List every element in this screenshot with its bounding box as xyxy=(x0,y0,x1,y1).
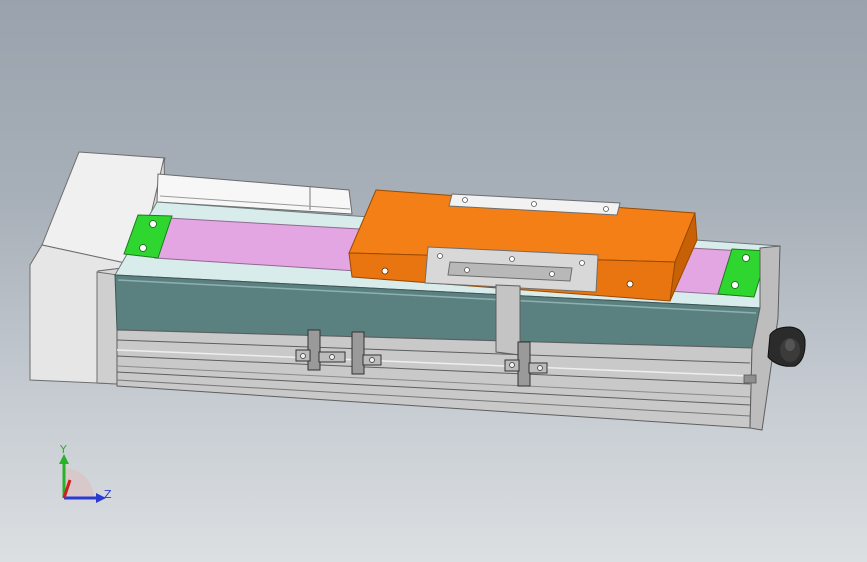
left-end-pad-hole-1 xyxy=(149,220,157,228)
cad-viewport[interactable]: Y Z xyxy=(0,0,867,562)
right-end-pad-hole-1 xyxy=(742,254,750,262)
carriage-hanger xyxy=(495,284,521,356)
carriage-hole-2 xyxy=(626,280,634,288)
clamp-hole-2 xyxy=(509,256,515,262)
motor-flange-side xyxy=(96,271,119,385)
carriage-hole-1 xyxy=(381,267,389,275)
top-plate-hole-3 xyxy=(603,206,609,212)
clamp-hole-3 xyxy=(579,260,585,266)
left-end-pad-hole-2 xyxy=(139,244,147,252)
coordinate-triad: Y Z xyxy=(59,443,112,503)
top-plate-hole-1 xyxy=(462,197,468,203)
adjust-knob[interactable] xyxy=(767,326,806,367)
right-end-pad-hole-2 xyxy=(731,281,739,289)
clamp-hole-4 xyxy=(464,267,470,273)
triad-z-label: Z xyxy=(104,488,112,501)
triad-y-label: Y xyxy=(59,443,67,456)
linear-actuator-model[interactable] xyxy=(0,0,867,562)
clamp-hole-5 xyxy=(549,271,555,277)
clamp-hole-1 xyxy=(437,253,443,259)
right-end-cap-slot xyxy=(743,374,757,384)
top-plate-hole-2 xyxy=(531,201,537,207)
